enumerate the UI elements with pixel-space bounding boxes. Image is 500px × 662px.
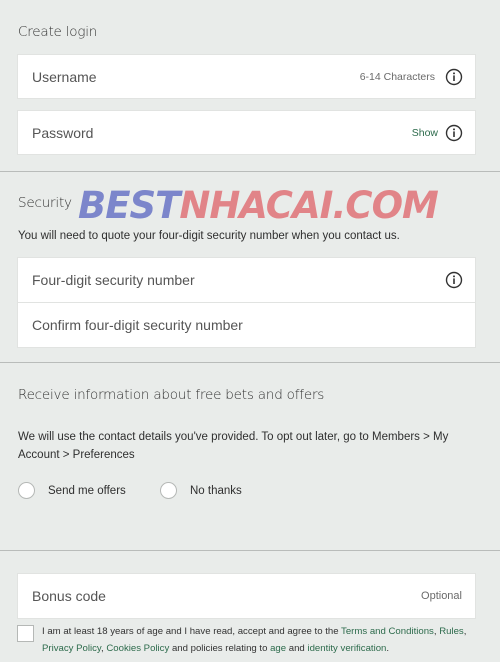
bonus-code-hint: Optional [421,590,462,602]
divider [0,550,500,551]
offers-note: We will use the contact details you've p… [18,431,449,461]
radio-send-offers[interactable]: Send me offers [18,482,126,499]
terms-and-conditions-link[interactable]: Terms and Conditions [341,626,434,637]
security-number-label: Four-digit security number [32,272,195,288]
privacy-policy-link[interactable]: Privacy Policy [42,643,101,654]
radio-label: No thanks [190,484,242,497]
create-login-title: Create login [18,24,98,40]
offers-title: Receive information about free bets and … [18,387,325,403]
divider [0,362,500,363]
show-password-button[interactable]: Show [412,127,438,139]
terms-prefix: I am at least 18 years of age and I have… [42,626,339,637]
radio-button[interactable] [18,482,35,499]
username-field[interactable]: Username 6-14 Characters [17,54,476,99]
confirm-security-number-field[interactable]: Confirm four-digit security number [17,302,476,348]
bonus-code-label: Bonus code [32,588,106,604]
identity-verification-link[interactable]: identity verification [307,643,386,654]
terms-text: I am at least 18 years of age and I have… [42,626,467,654]
password-field[interactable]: Password Show [17,110,476,155]
info-icon[interactable] [445,68,463,86]
cookies-policy-link[interactable]: Cookies Policy [106,643,169,654]
watermark-logo: BESTNHACAI.COM [78,184,439,227]
password-label: Password [32,124,94,141]
info-icon[interactable] [445,124,463,142]
radio-label: Send me offers [48,484,126,497]
radio-button[interactable] [160,482,177,499]
terms-middle: and policies relating to [171,643,268,654]
security-note: You will need to quote your four-digit s… [18,230,400,242]
username-label: Username [32,68,97,85]
divider [0,171,500,172]
age-link[interactable]: age [270,643,286,654]
terms-checkbox[interactable] [17,625,34,642]
bonus-code-field[interactable]: Bonus code Optional [17,573,476,619]
watermark-part-1: BEST [78,184,180,227]
info-icon[interactable] [445,271,463,289]
security-title: Security [18,195,72,211]
security-number-field[interactable]: Four-digit security number [17,257,476,303]
confirm-security-number-label: Confirm four-digit security number [32,317,243,333]
watermark-part-2: NHACAI.COM [179,184,438,227]
terms-and: and [288,643,305,654]
rules-link[interactable]: Rules [439,626,464,637]
username-hint: 6-14 Characters [359,70,435,83]
radio-no-thanks[interactable]: No thanks [160,482,242,499]
